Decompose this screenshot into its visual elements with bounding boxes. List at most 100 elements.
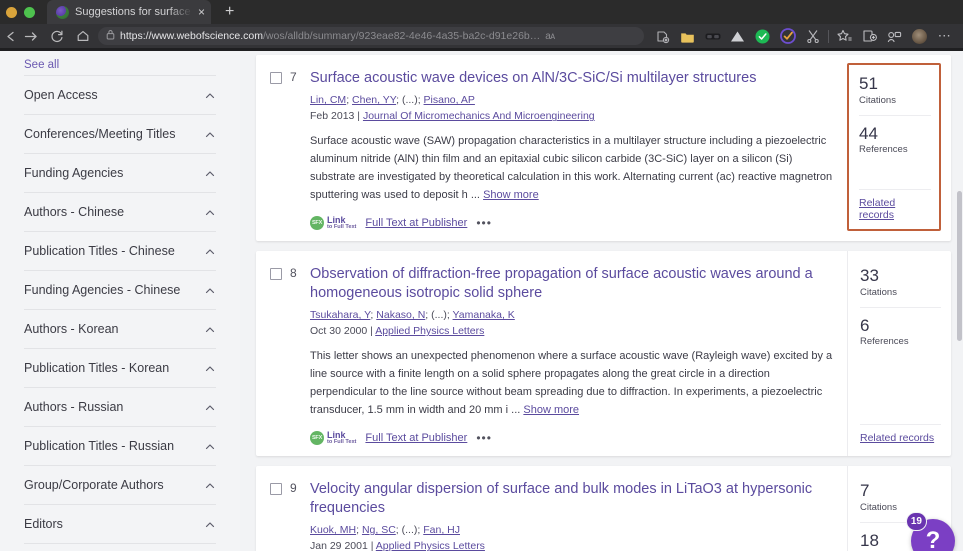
author-link[interactable]: Lin, CM bbox=[310, 94, 346, 106]
author-link[interactable]: Pisano, AP bbox=[424, 94, 475, 106]
sidebar-item-authors-korean[interactable]: Authors - Korean bbox=[24, 310, 216, 348]
result-index: 8 bbox=[290, 265, 297, 280]
help-notification-badge[interactable]: 19 bbox=[905, 512, 927, 531]
extensions-strip: ⋯ bbox=[650, 25, 959, 47]
chevron-up-icon bbox=[204, 245, 216, 257]
sidebar-item-publication-titles-russian[interactable]: Publication Titles - Russian bbox=[24, 427, 216, 465]
results-list: 7 Surface acoustic wave devices on AlN/3… bbox=[240, 51, 963, 551]
citations-label: Citations bbox=[860, 501, 897, 513]
journal-link[interactable]: Applied Physics Letters bbox=[375, 325, 484, 337]
sidebar-item-publication-titles-chinese[interactable]: Publication Titles - Chinese bbox=[24, 232, 216, 270]
lock-icon bbox=[106, 27, 115, 45]
sidebar-item-label: Publication Titles - Chinese bbox=[24, 244, 175, 258]
sidebar-item-editors[interactable]: Editors bbox=[24, 505, 216, 543]
sidebar-item-publication-titles-korean[interactable]: Publication Titles - Korean bbox=[24, 349, 216, 387]
publication-date: Feb 2013 bbox=[310, 110, 355, 123]
related-records-link[interactable]: Related records bbox=[859, 188, 931, 221]
link-to-full-text-badge[interactable]: SFX Link to Full Text bbox=[310, 430, 357, 446]
reload-icon[interactable] bbox=[44, 25, 70, 47]
link-to-full-text-badge[interactable]: SFX Link to Full Text bbox=[310, 215, 356, 231]
close-icon[interactable]: × bbox=[198, 6, 205, 18]
scissors-icon[interactable] bbox=[800, 25, 825, 47]
references-count[interactable]: 6 bbox=[860, 316, 941, 336]
result-title-link[interactable]: Observation of diffraction-free propagat… bbox=[310, 265, 837, 303]
grammar-check-icon[interactable] bbox=[750, 25, 775, 47]
more-options-icon[interactable]: ••• bbox=[476, 216, 492, 228]
result-metrics-panel: 33 Citations 6 References Related record… bbox=[847, 250, 951, 456]
result-title-link[interactable]: Velocity angular dispersion of surface a… bbox=[310, 480, 837, 518]
vertical-scrollbar[interactable] bbox=[956, 51, 963, 551]
result-source-line: Oct 30 2000 | Applied Physics Letters bbox=[310, 325, 485, 338]
chevron-up-icon bbox=[204, 89, 216, 101]
see-all-link[interactable]: See all bbox=[24, 51, 216, 75]
folder-icon[interactable] bbox=[675, 25, 700, 47]
avatar[interactable] bbox=[907, 25, 932, 47]
chevron-up-icon bbox=[204, 479, 216, 491]
references-count[interactable]: 44 bbox=[859, 124, 931, 144]
sidebar-item-authors-russian[interactable]: Authors - Russian bbox=[24, 388, 216, 426]
authors-ellipsis: (...) bbox=[401, 524, 418, 537]
add-collection-icon[interactable] bbox=[650, 25, 675, 47]
collections-icon[interactable] bbox=[857, 25, 882, 47]
author-link[interactable]: Tsukahara, Y bbox=[310, 309, 370, 321]
sidebar-item-open-access[interactable]: Open Access bbox=[24, 76, 216, 114]
reader-mode-icon[interactable]: aᴀ bbox=[545, 31, 555, 42]
author-link[interactable]: Yamanaka, K bbox=[453, 309, 515, 321]
browser-window: Suggestions for surface acous × + bbox=[0, 0, 963, 551]
more-options-icon[interactable]: ••• bbox=[476, 431, 492, 443]
author-link[interactable]: Chen, YY bbox=[352, 94, 396, 106]
task-check-icon[interactable] bbox=[775, 25, 800, 47]
sidebar-item-label: Open Access bbox=[24, 88, 98, 102]
result-authors: Lin, CM; Chen, YY; (...); Pisano, AP bbox=[310, 94, 475, 107]
result-title-link[interactable]: Surface acoustic wave devices on AlN/3C-… bbox=[310, 69, 837, 88]
home-icon[interactable] bbox=[70, 25, 96, 47]
author-link[interactable]: Nakaso, N bbox=[376, 309, 425, 321]
sidebar-item-authors-chinese[interactable]: Authors - Chinese bbox=[24, 193, 216, 231]
new-tab-button[interactable]: + bbox=[225, 3, 234, 21]
sidebar-item-group-corporate-authors[interactable]: Group/Corporate Authors bbox=[24, 466, 216, 504]
journal-link[interactable]: Applied Physics Letters bbox=[376, 540, 485, 551]
browser-menu-button[interactable]: ⋯ bbox=[932, 25, 957, 47]
citations-count[interactable]: 7 bbox=[860, 481, 941, 501]
tab-strip: Suggestions for surface acous × + bbox=[0, 0, 963, 24]
favorites-icon[interactable] bbox=[832, 25, 857, 47]
full-text-at-publisher-link[interactable]: Full Text at Publisher bbox=[365, 217, 467, 229]
browser-tab-active[interactable]: Suggestions for surface acous × bbox=[47, 0, 211, 24]
glasses-icon[interactable] bbox=[700, 25, 725, 47]
sfx-sub-label: to Full Text bbox=[327, 439, 357, 446]
chevron-up-icon bbox=[204, 440, 216, 452]
sidebar-item-funding-agencies[interactable]: Funding Agencies bbox=[24, 154, 216, 192]
profile-link-icon[interactable] bbox=[882, 25, 907, 47]
window-maximize-button[interactable] bbox=[24, 6, 35, 18]
sidebar-item-conferences-meeting-titles[interactable]: Conferences/Meeting Titles bbox=[24, 115, 216, 153]
author-link[interactable]: Fan, HJ bbox=[423, 524, 460, 536]
show-more-link[interactable]: Show more bbox=[483, 189, 539, 201]
kebab-menu-icon: ⋯ bbox=[937, 28, 952, 43]
author-link[interactable]: Kuok, MH bbox=[310, 524, 356, 536]
result-authors: Tsukahara, Y; Nakaso, N; (...); Yamanaka… bbox=[310, 309, 515, 322]
chevron-up-icon bbox=[204, 284, 216, 296]
sidebar-item-funding-agencies-chinese[interactable]: Funding Agencies - Chinese bbox=[24, 271, 216, 309]
citations-count[interactable]: 33 bbox=[860, 266, 941, 286]
refine-results-sidebar: See all Open Access Conferences/Meeting … bbox=[0, 51, 240, 551]
result-checkbox[interactable] bbox=[270, 72, 282, 84]
result-actions: SFX Link to Full Text Full Text at Publi… bbox=[310, 215, 837, 231]
result-checkbox[interactable] bbox=[270, 482, 282, 495]
result-card: 9 Velocity angular dispersion of surface… bbox=[256, 465, 951, 551]
sidebar-item-label: Group/Corporate Authors bbox=[24, 478, 164, 492]
triangle-icon[interactable] bbox=[725, 25, 750, 47]
citations-count[interactable]: 51 bbox=[859, 74, 931, 94]
full-text-at-publisher-link[interactable]: Full Text at Publisher bbox=[365, 432, 467, 444]
back-arrow-icon[interactable] bbox=[4, 25, 18, 47]
author-link[interactable]: Ng, SC bbox=[362, 524, 396, 536]
journal-link[interactable]: Journal Of Micromechanics And Microengin… bbox=[363, 110, 595, 122]
page-content: See all Open Access Conferences/Meeting … bbox=[0, 51, 963, 551]
window-minimize-button[interactable] bbox=[6, 6, 17, 18]
forward-arrow-icon[interactable] bbox=[18, 25, 44, 47]
scrollbar-thumb[interactable] bbox=[957, 191, 962, 341]
address-bar[interactable]: https://www.webofscience.com/wos/alldb/s… bbox=[98, 27, 644, 45]
result-checkbox[interactable] bbox=[270, 267, 282, 280]
show-more-link[interactable]: Show more bbox=[523, 404, 579, 416]
chevron-up-icon bbox=[204, 167, 216, 179]
related-records-link[interactable]: Related records bbox=[860, 423, 941, 444]
